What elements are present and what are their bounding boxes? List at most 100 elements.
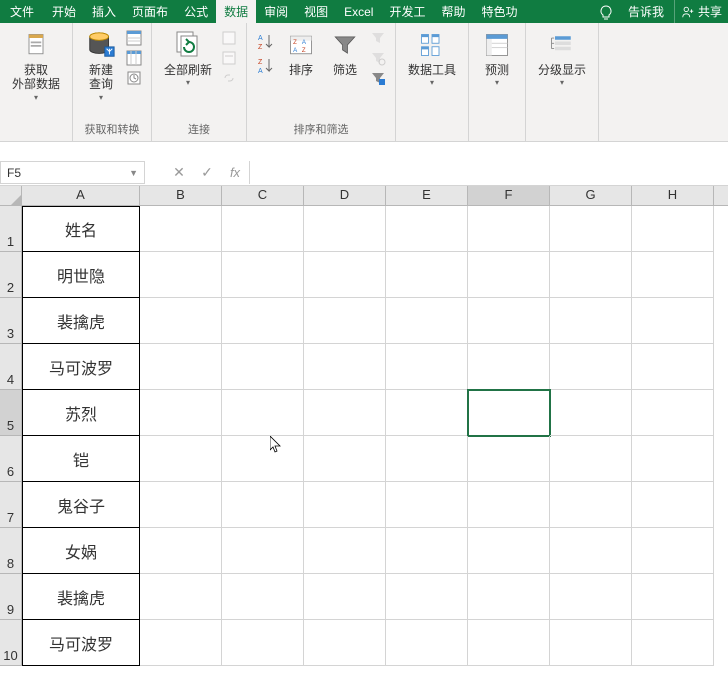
cell[interactable] [140,344,222,390]
row-header[interactable]: 5 [0,390,22,436]
row-header[interactable]: 9 [0,574,22,620]
new-query-button[interactable]: 新建 查询▾ [79,27,123,104]
row-header[interactable]: 2 [0,252,22,298]
chevron-down-icon[interactable]: ▼ [129,168,138,178]
col-header-g[interactable]: G [550,186,632,205]
cell[interactable] [632,298,714,344]
tab-help[interactable]: 帮助 [433,0,473,23]
cell[interactable] [468,482,550,528]
cell[interactable] [222,620,304,666]
col-header-a[interactable]: A [22,186,140,205]
edit-links-button[interactable] [220,69,238,87]
tab-home[interactable]: 开始 [44,0,84,23]
cell[interactable] [222,390,304,436]
cell[interactable] [386,436,468,482]
refresh-all-button[interactable]: 全部刷新▾ [158,27,218,90]
cell[interactable] [140,574,222,620]
cell[interactable] [140,206,222,252]
col-header-b[interactable]: B [140,186,222,205]
select-all-corner[interactable] [0,186,22,206]
cell[interactable] [222,574,304,620]
cell[interactable] [304,344,386,390]
tab-special[interactable]: 特色功 [474,0,526,23]
forecast-button[interactable]: 预测▾ [475,27,519,90]
cell[interactable] [140,482,222,528]
sort-az-button[interactable]: AZ [255,31,277,53]
cell[interactable] [632,206,714,252]
cell[interactable] [550,390,632,436]
cell[interactable] [386,206,468,252]
col-header-f[interactable]: F [468,186,550,205]
cell[interactable] [386,574,468,620]
cell[interactable] [550,298,632,344]
cell[interactable] [632,620,714,666]
cell[interactable] [140,252,222,298]
cell[interactable] [468,206,550,252]
tell-me[interactable]: 告诉我 [618,3,674,20]
cell[interactable] [304,482,386,528]
cell[interactable] [222,344,304,390]
cell[interactable] [140,620,222,666]
cell[interactable] [304,206,386,252]
cell[interactable] [140,436,222,482]
cell[interactable]: 姓名 [22,206,140,252]
cell[interactable]: 马可波罗 [22,620,140,666]
cell[interactable] [550,528,632,574]
row-header[interactable]: 8 [0,528,22,574]
enter-button[interactable]: ✓ [193,160,221,186]
row-header[interactable]: 10 [0,620,22,666]
clear-filter-button[interactable] [369,29,387,47]
cell[interactable] [632,344,714,390]
cell[interactable] [386,344,468,390]
cell[interactable] [386,252,468,298]
cell[interactable] [550,252,632,298]
cell[interactable] [222,298,304,344]
cell[interactable] [304,252,386,298]
tab-excel[interactable]: Excel [336,2,381,22]
tab-review[interactable]: 审阅 [256,0,296,23]
row-header[interactable]: 4 [0,344,22,390]
properties-button[interactable] [220,49,238,67]
cell[interactable] [222,482,304,528]
cell[interactable] [550,436,632,482]
cell[interactable] [468,344,550,390]
cell[interactable] [632,252,714,298]
cell[interactable] [386,298,468,344]
col-header-e[interactable]: E [386,186,468,205]
cell[interactable] [304,390,386,436]
tab-view[interactable]: 视图 [296,0,336,23]
outline-button[interactable]: 分级显示▾ [532,27,592,90]
share-button[interactable]: 共享 [674,0,728,23]
cell[interactable] [222,436,304,482]
cell[interactable] [550,482,632,528]
tab-developer[interactable]: 开发工 [381,0,433,23]
sort-button[interactable]: ZAAZ 排序 [279,27,323,79]
cell[interactable] [386,620,468,666]
cell[interactable] [386,528,468,574]
cell[interactable] [222,252,304,298]
cell[interactable] [550,620,632,666]
cell[interactable] [468,298,550,344]
tab-file[interactable]: 文件 [0,0,44,23]
cell[interactable] [468,574,550,620]
cell[interactable] [632,390,714,436]
formula-input[interactable] [249,161,728,184]
get-external-data-button[interactable]: 获取 外部数据▾ [6,27,66,104]
cell[interactable] [304,620,386,666]
col-header-h[interactable]: H [632,186,714,205]
cell[interactable]: 裴擒虎 [22,574,140,620]
lightbulb-icon[interactable] [598,4,614,20]
cell[interactable] [632,528,714,574]
row-header[interactable]: 3 [0,298,22,344]
insert-function-button[interactable]: fx [221,160,249,186]
cell[interactable]: 裴擒虎 [22,298,140,344]
recent-sources-button[interactable] [125,69,143,87]
cell[interactable] [468,436,550,482]
cell[interactable] [468,620,550,666]
cell[interactable] [632,436,714,482]
cell[interactable] [386,390,468,436]
advanced-filter-button[interactable] [369,69,387,87]
cancel-button[interactable]: ✕ [165,160,193,186]
tab-formulas[interactable]: 公式 [176,0,216,23]
cell[interactable] [550,206,632,252]
